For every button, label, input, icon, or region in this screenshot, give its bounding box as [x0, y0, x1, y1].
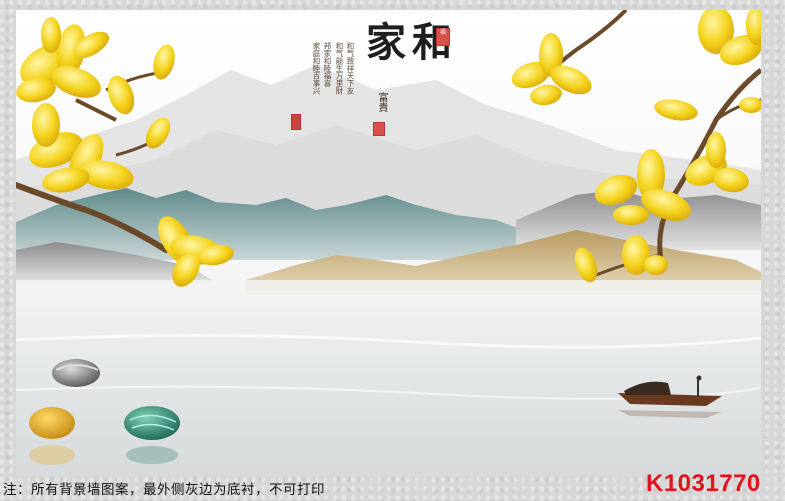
jade-stone	[124, 406, 180, 440]
product-code: K1031770	[646, 470, 761, 497]
poem-line-3: 邦家和睦福喜	[323, 42, 332, 87]
seal-stamp-top: 福	[436, 28, 450, 46]
wallpaper-artwork: 家和 富貴 福 和气致祥天下友 和气能生万里財 邦家和睦福喜 家庭和睦百事兴	[16, 10, 761, 476]
seal-stamp-left	[291, 114, 301, 130]
poem-line-4: 家庭和睦百事兴	[312, 42, 321, 95]
printing-note: 注：所有背景墙图案，最外侧灰边为底衬，不可打印	[3, 482, 325, 498]
calligraphy-subtitle: 富貴	[376, 92, 387, 112]
seal-stamp-small	[373, 122, 385, 136]
striped-stone	[52, 359, 100, 387]
poem-line-2: 和气能生万里財	[335, 42, 344, 95]
gold-stone	[29, 407, 75, 439]
poem-line-1: 和气致祥天下友	[346, 42, 355, 95]
